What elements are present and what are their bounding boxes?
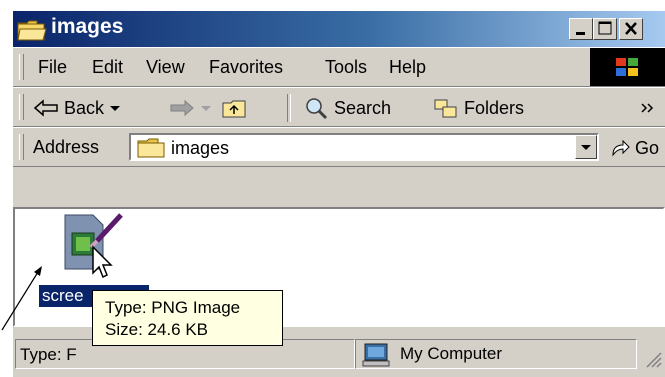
address-grip[interactable] [19, 134, 24, 160]
windows-flag-icon [616, 58, 638, 76]
back-label: Back [64, 97, 105, 118]
minimize-icon [576, 32, 585, 35]
my-computer-icon [362, 343, 390, 367]
status-text: Type: F [20, 345, 77, 364]
title-bar[interactable]: images [13, 11, 665, 47]
forward-button[interactable] [169, 94, 212, 122]
folders-icon [434, 99, 457, 118]
forward-dropdown-icon[interactable] [200, 103, 212, 113]
menu-file[interactable]: File [38, 57, 67, 78]
go-label: Go [635, 137, 660, 158]
file-name: scree [42, 286, 84, 305]
address-bar: Address images Go [13, 127, 665, 167]
menu-bar: File Edit View Favorites Tools Help [13, 47, 665, 87]
menu-help[interactable]: Help [389, 57, 426, 78]
chevron-right-icon [641, 103, 654, 113]
menu-favorites[interactable]: Favorites [209, 57, 283, 78]
standard-toolbar: Back Search Folders [13, 87, 665, 127]
window-title: images [51, 15, 124, 38]
close-button[interactable] [619, 18, 643, 40]
menu-tools[interactable]: Tools [325, 57, 367, 78]
close-icon [625, 22, 637, 35]
address-input[interactable]: images [129, 133, 599, 161]
toolbar-grip[interactable] [19, 94, 24, 120]
back-button[interactable]: Back [33, 94, 121, 122]
tooltip-type: Type: PNG Image [105, 298, 241, 317]
up-folder-icon [222, 100, 246, 118]
toolbar-separator [287, 94, 291, 122]
chevron-down-icon [581, 145, 591, 150]
search-label: Search [334, 97, 392, 118]
folders-button[interactable]: Folders [433, 94, 524, 122]
status-panel-zone: My Computer [355, 339, 637, 369]
folders-label: Folders [464, 97, 525, 118]
go-arrow-icon [612, 139, 630, 157]
search-icon [306, 98, 328, 120]
mouse-cursor-icon [92, 245, 113, 279]
annotation-arrow [1, 266, 42, 331]
search-button[interactable]: Search [303, 94, 391, 122]
windows-logo [590, 48, 665, 86]
menu-view[interactable]: View [146, 57, 185, 78]
back-arrow-icon [33, 99, 58, 117]
resize-grip-icon[interactable] [643, 349, 663, 369]
file-tooltip: Type: PNG Image Size: 24.6 KB [92, 290, 283, 346]
status-zone-label: My Computer [400, 344, 503, 363]
menu-edit[interactable]: Edit [92, 57, 123, 78]
address-folder-icon [137, 138, 165, 158]
tooltip-size: Size: 24.6 KB [105, 320, 209, 339]
go-button[interactable]: Go [609, 134, 659, 162]
menu-grip[interactable] [19, 54, 24, 80]
minimize-button[interactable] [569, 18, 593, 40]
address-dropdown-button[interactable] [575, 135, 597, 159]
file-list-area[interactable]: scree Type: PNG Image Size: 24.6 KB [13, 207, 665, 346]
maximize-button[interactable] [593, 18, 617, 40]
up-folder-button[interactable] [221, 94, 247, 122]
address-value: images [171, 138, 230, 158]
forward-arrow-icon [170, 99, 194, 117]
maximize-icon [598, 21, 612, 35]
address-label: Address [33, 137, 100, 157]
toolbar-overflow-button[interactable] [639, 94, 657, 122]
explorer-window: images File Edit View Favorites Tools He… [13, 11, 665, 377]
back-dropdown-icon[interactable] [109, 103, 121, 113]
folder-icon [17, 18, 47, 47]
